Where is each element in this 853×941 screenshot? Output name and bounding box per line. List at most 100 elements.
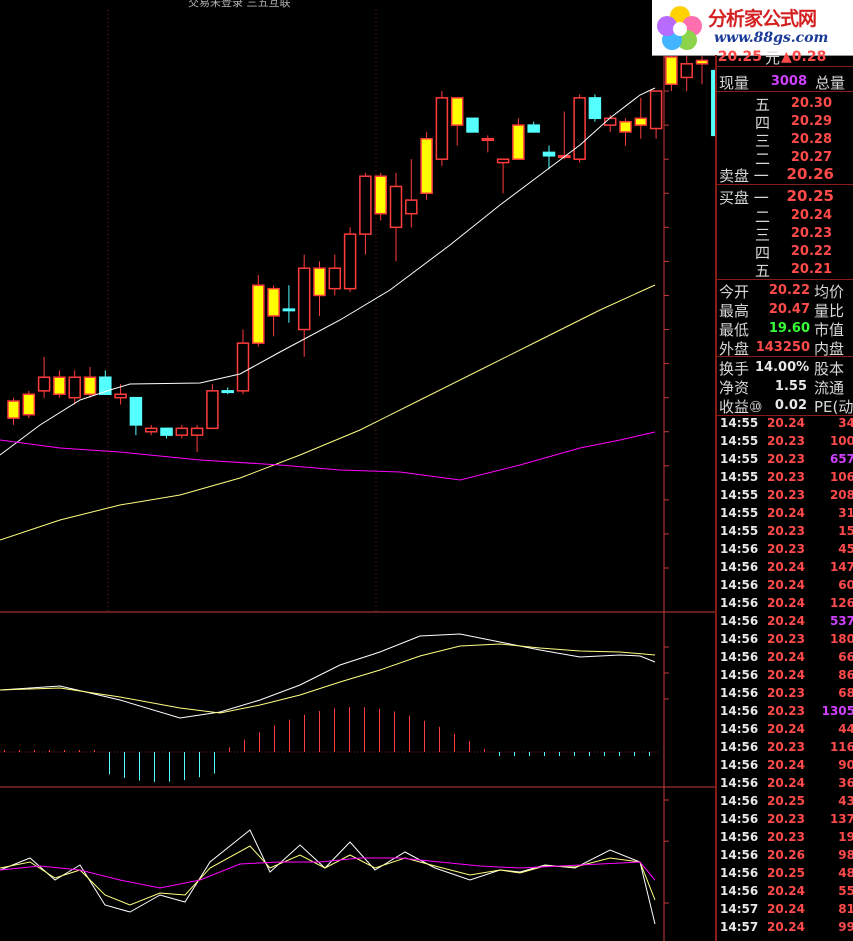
sell-level-price: 20.28	[790, 132, 832, 147]
stat2-right-label: PE(动	[814, 398, 853, 416]
stat-value: 20.47	[768, 302, 810, 317]
buy-level-price: 20.24	[790, 208, 832, 223]
candle-body	[359, 175, 372, 235]
tick-volume: 137	[829, 812, 853, 826]
tick-price: 20.23	[767, 830, 805, 844]
macd-hist-bar	[79, 750, 80, 752]
panel-separator	[717, 356, 853, 357]
kdj-j-line	[0, 829, 656, 925]
candle-body	[328, 267, 342, 290]
tick-time: 14:55	[720, 506, 759, 520]
candle-body	[450, 97, 464, 126]
buy-level-price: 20.22	[790, 244, 832, 259]
stat2-value: 1.55	[774, 379, 807, 394]
tick-price: 20.24	[767, 614, 805, 628]
macd-hist-bar	[499, 752, 500, 756]
tick-volume: 36	[838, 776, 853, 790]
candle-body	[129, 396, 143, 426]
tick-price: 20.23	[767, 542, 805, 556]
tick-price: 20.24	[767, 416, 805, 430]
tick-volume: 116	[829, 740, 853, 754]
candle-body	[512, 124, 525, 160]
macd-hist-bar	[574, 752, 575, 756]
tick-time: 14:56	[720, 542, 759, 556]
macd-hist-bar	[184, 752, 185, 781]
tick-price: 20.23	[767, 470, 805, 484]
candle-body	[144, 427, 158, 433]
macd-hist-bar	[34, 750, 35, 752]
candle-body	[160, 427, 173, 436]
panel-separator	[717, 184, 853, 185]
candle-body	[175, 427, 189, 436]
candle-body	[374, 175, 387, 215]
flower-logo-icon	[657, 6, 702, 50]
header-price: 20.25	[717, 49, 762, 65]
tick-price: 20.23	[767, 488, 805, 502]
tick-volume: 537	[829, 614, 853, 628]
stat-value: 20.22	[768, 283, 810, 298]
tick-price: 20.24	[767, 650, 805, 664]
stat-right-label: 市值	[814, 321, 845, 339]
tick-price: 20.24	[767, 722, 805, 736]
sell-level-price: 20.30	[790, 96, 832, 111]
tick-time: 14:55	[720, 416, 759, 430]
candle-body	[206, 390, 219, 430]
macd-hist-bar	[379, 708, 380, 752]
macd-hist-bar	[349, 707, 350, 752]
tick-price: 20.24	[767, 776, 805, 790]
candle-body	[267, 287, 280, 317]
candle-body	[53, 376, 66, 396]
tick-volume: 34	[838, 416, 853, 430]
candle-body	[619, 120, 632, 133]
buy-level-price: 20.23	[790, 226, 832, 241]
ma-line-yellow	[0, 284, 656, 541]
tick-price: 20.25	[767, 794, 805, 808]
ma-line-white	[0, 87, 656, 456]
kline-chart-svg[interactable]	[0, 0, 715, 941]
tick-time: 14:56	[720, 848, 759, 862]
buy-level-label: 五	[755, 262, 771, 280]
tick-volume: 44	[838, 722, 853, 736]
stat-label: 今开	[719, 283, 750, 301]
tick-time: 14:57	[720, 920, 759, 934]
candle-body	[542, 151, 556, 157]
header-change: ▲0.28	[781, 49, 827, 65]
macd-hist-bar	[544, 752, 545, 756]
tick-price: 20.24	[767, 506, 805, 520]
tick-volume: 99	[838, 920, 853, 934]
stat-right-label: 量比	[814, 302, 845, 320]
now-vol-label: 现量	[719, 74, 750, 92]
macd-hist-bar	[484, 748, 485, 752]
quote-panel: 20.25 元 ▲0.28 现量 3008 总量五 20.30 四 20.29 三 20.28 二 20…	[715, 49, 853, 941]
tick-price: 20.23	[767, 812, 805, 826]
tick-volume: 208	[829, 488, 853, 502]
buy-level-price: 20.21	[790, 262, 832, 277]
macd-dea-line	[0, 643, 656, 714]
tick-time: 14:56	[720, 776, 759, 790]
tick-volume: 106	[829, 470, 853, 484]
macd-hist-bar	[19, 750, 20, 752]
tick-volume: 45	[838, 542, 853, 556]
panel-separator	[717, 91, 853, 92]
macd-hist-bar	[364, 707, 365, 752]
tick-time: 14:56	[720, 632, 759, 646]
macd-hist-bar	[64, 750, 65, 752]
tick-price: 20.24	[767, 884, 805, 898]
ma-line-magenta	[0, 431, 656, 481]
macd-hist-bar	[559, 752, 560, 756]
candle-body	[588, 97, 602, 120]
macd-hist-bar	[409, 715, 410, 752]
macd-hist-bar	[619, 752, 620, 756]
candle-body	[466, 117, 479, 133]
tick-volume: 43	[838, 794, 853, 808]
macd-hist-bar	[394, 711, 395, 752]
panel-separator	[717, 279, 853, 280]
candle-body	[389, 185, 403, 229]
tick-volume: 31	[838, 506, 853, 520]
kline-chart-area[interactable]: 交易未登录 三五互联	[0, 0, 715, 941]
stat2-right-label: 流通	[814, 379, 845, 397]
macd-hist-bar	[139, 752, 140, 781]
tick-time: 14:57	[720, 902, 759, 916]
candle-body	[7, 400, 20, 419]
tick-price: 20.23	[767, 704, 805, 718]
